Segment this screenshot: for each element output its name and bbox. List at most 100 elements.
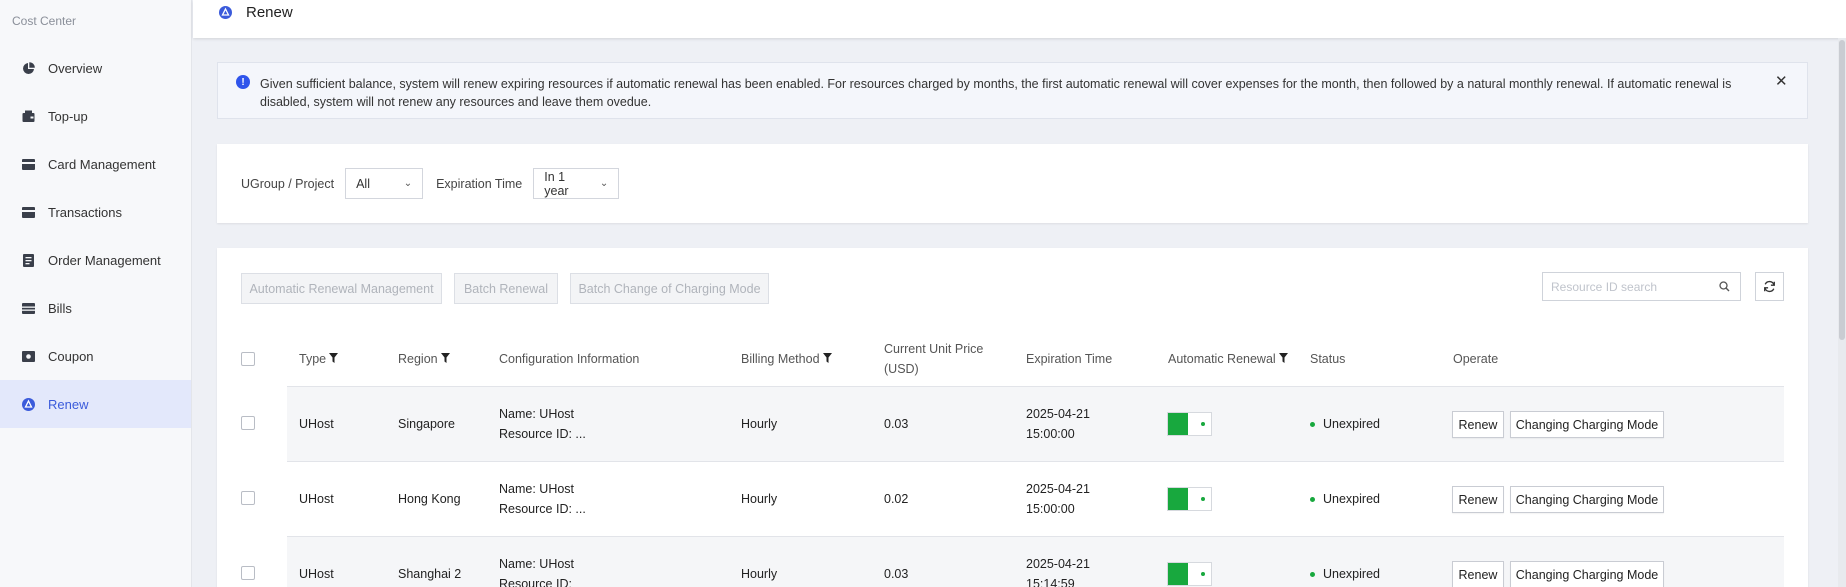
cell-expiration-time: 15:14:59 (1026, 577, 1075, 587)
sidebar-item-bills[interactable]: Bills (0, 284, 191, 332)
column-current-unit-price: Current Unit Price (USD) (884, 339, 983, 379)
column-label: Region (398, 352, 438, 366)
cell-type: UHost (299, 567, 334, 581)
renew-button[interactable]: Renew (1452, 561, 1504, 587)
sidebar-item-label: Transactions (48, 204, 122, 220)
changing-charging-mode-button[interactable]: Changing Charging Mode (1510, 561, 1664, 587)
sidebar-item-top-up[interactable]: Top-up (0, 92, 191, 140)
sidebar-item-label: Top-up (48, 108, 88, 124)
cell-expiration-time: 15:00:00 (1026, 427, 1075, 441)
column-expiration-time: Expiration Time (1026, 349, 1112, 369)
batch-renewal-button[interactable]: Batch Renewal (454, 273, 558, 304)
resource-id-search[interactable] (1542, 272, 1741, 301)
sidebar-item-coupon[interactable]: Coupon (0, 332, 191, 380)
refresh-button[interactable] (1755, 272, 1784, 301)
cell-region: Singapore (398, 417, 455, 431)
cell-billing: Hourly (741, 417, 778, 431)
ugroup-value: All (356, 176, 370, 191)
cell-type: UHost (299, 417, 334, 431)
column-configuration: Configuration Information (499, 349, 639, 369)
sidebar-item-card-management[interactable]: Card Management (0, 140, 191, 188)
cell-billing: Hourly (741, 492, 778, 506)
cell-region: Hong Kong (398, 492, 461, 506)
cell-name: Name: UHost (499, 407, 575, 421)
batch-change-charging-mode-button[interactable]: Batch Change of Charging Mode (570, 273, 769, 304)
search-icon[interactable] (1719, 281, 1730, 292)
cell-resource-id: Resource ID: ... (499, 502, 586, 516)
sidebar-item-order-management[interactable]: Order Management (0, 236, 191, 284)
sidebar-item-overview[interactable]: Overview (0, 44, 191, 92)
cell-name: Name: UHost (499, 482, 575, 496)
ugroup-label: UGroup / Project (241, 176, 335, 191)
row-checkbox[interactable] (241, 416, 255, 430)
cell-expiration-date: 2025-04-21 (1026, 557, 1090, 571)
card-icon (21, 205, 35, 219)
bill-icon (21, 301, 35, 315)
cell-expiration-time: 15:00:00 (1026, 502, 1075, 516)
sidebar-item-label: Coupon (48, 348, 94, 364)
column-label: (USD) (884, 362, 919, 376)
auto-renewal-toggle[interactable] (1167, 562, 1212, 586)
filter-panel: UGroup / Project All ⌄ Expiration Time I… (217, 144, 1808, 223)
changing-charging-mode-button[interactable]: Changing Charging Mode (1510, 486, 1664, 513)
sidebar-item-label: Order Management (48, 252, 161, 268)
document-icon (21, 253, 35, 267)
cell-resource-id: Resource ID: (499, 577, 572, 587)
close-icon[interactable]: ✕ (1775, 74, 1789, 89)
status-badge: Unexpired (1310, 492, 1380, 506)
table-row: UHost Hong Kong Name: UHost Resource ID:… (287, 461, 1784, 536)
info-icon: ! (236, 75, 250, 89)
cell-name: Name: UHost (499, 557, 575, 571)
pie-chart-icon (21, 61, 35, 75)
sidebar-item-label: Card Management (48, 156, 156, 172)
cell-billing: Hourly (741, 567, 778, 581)
column-label: Current Unit Price (884, 342, 984, 356)
page-header: Renew (193, 0, 1846, 38)
page-title: Renew (246, 3, 293, 21)
sidebar-item-renew[interactable]: Renew (0, 380, 191, 428)
column-label: Expiration Time (1026, 352, 1113, 366)
sidebar-title: Cost Center (12, 14, 77, 28)
sidebar-item-label: Overview (48, 60, 103, 76)
search-input[interactable] (1551, 279, 1711, 294)
info-banner: ! Given sufficient balance, system will … (217, 62, 1808, 119)
table-header: Type Region Configuration Information Bi… (217, 332, 1808, 387)
expiration-select[interactable]: In 1 year ⌄ (533, 168, 620, 199)
row-checkbox[interactable] (241, 491, 255, 505)
status-badge: Unexpired (1310, 417, 1380, 431)
cell-expiration-date: 2025-04-21 (1026, 407, 1090, 421)
expiration-value: In 1 year (544, 169, 569, 198)
changing-charging-mode-button[interactable]: Changing Charging Mode (1510, 411, 1664, 438)
ugroup-select[interactable]: All ⌄ (345, 168, 424, 199)
renew-button[interactable]: Renew (1452, 486, 1504, 513)
sidebar-item-label: Bills (48, 300, 72, 316)
filter-icon[interactable] (1278, 349, 1288, 369)
column-type[interactable]: Type (299, 349, 339, 369)
auto-renewal-toggle[interactable] (1167, 487, 1212, 511)
auto-renewal-toggle[interactable] (1167, 412, 1212, 436)
table-row: UHost Shanghai 2 Name: UHost Resource ID… (287, 536, 1784, 587)
sidebar-item-label: Renew (48, 396, 89, 412)
vertical-scrollbar[interactable] (1838, 38, 1846, 587)
cell-resource-id: Resource ID: ... (499, 427, 586, 441)
cell-price: 0.03 (884, 417, 909, 431)
cell-expiration-date: 2025-04-21 (1026, 482, 1090, 496)
banner-message: Given sufficient balance, system will re… (260, 77, 1732, 109)
column-billing-method[interactable]: Billing Method (741, 349, 832, 369)
renew-button[interactable]: Renew (1452, 411, 1504, 438)
column-status: Status (1310, 349, 1345, 369)
column-region[interactable]: Region (398, 349, 450, 369)
status-badge: Unexpired (1310, 567, 1380, 581)
filter-icon[interactable] (440, 349, 450, 369)
select-all-checkbox[interactable] (241, 352, 255, 366)
row-checkbox[interactable] (241, 566, 255, 580)
filter-icon[interactable] (329, 349, 339, 369)
chevron-down-icon: ⌄ (599, 178, 609, 189)
cell-type: UHost (299, 492, 334, 506)
automatic-renewal-management-button[interactable]: Automatic Renewal Management (241, 273, 442, 304)
sidebar-item-transactions[interactable]: Transactions (0, 188, 191, 236)
column-automatic-renewal[interactable]: Automatic Renewal (1168, 349, 1288, 369)
sidebar: Cost Center Overview Top-up Card Managem… (0, 0, 192, 587)
filter-icon[interactable] (822, 349, 832, 369)
scrollbar-thumb[interactable] (1839, 40, 1845, 340)
